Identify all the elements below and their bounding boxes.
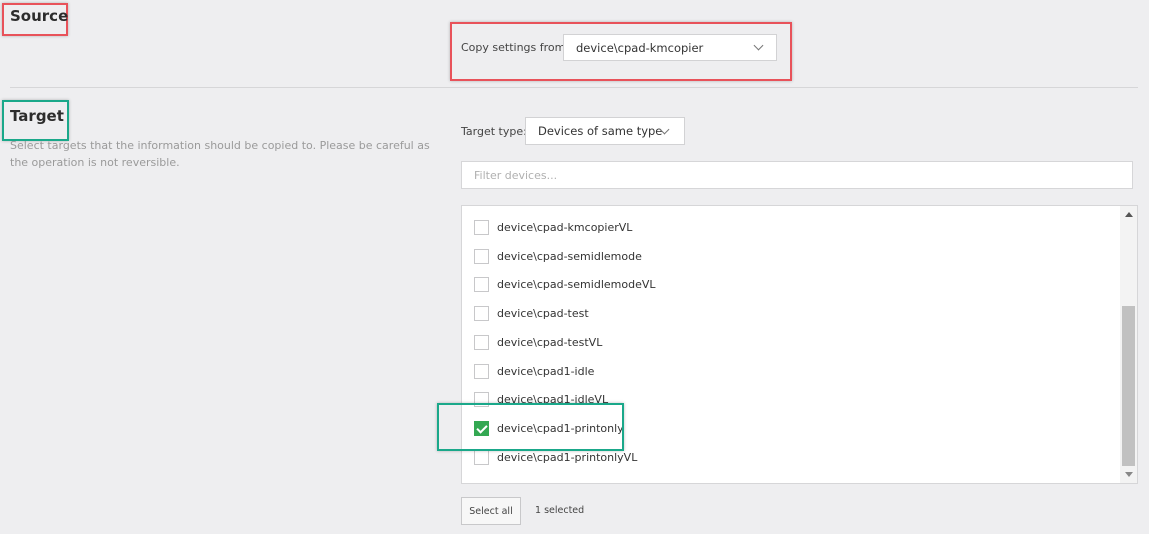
- device-checkbox[interactable]: [474, 334, 489, 350]
- scrollbar-thumb[interactable]: [1122, 306, 1135, 466]
- scroll-up-icon[interactable]: [1125, 212, 1133, 217]
- device-item[interactable]: device\cpad-test: [474, 304, 589, 322]
- target-description: Select targets that the information shou…: [10, 139, 430, 169]
- filter-devices-input[interactable]: [461, 161, 1133, 189]
- device-checkbox[interactable]: [474, 363, 489, 379]
- scroll-down-icon[interactable]: [1125, 472, 1133, 477]
- device-label: device\cpad-semidlemodeVL: [497, 277, 656, 291]
- printonly-highlight: [437, 403, 624, 451]
- device-checkbox[interactable]: [474, 276, 489, 292]
- source-title: Source: [10, 7, 69, 25]
- copy-settings-label: Copy settings from:: [461, 41, 570, 54]
- device-label: device\cpad-test: [497, 306, 589, 320]
- device-item[interactable]: device\cpad-semidlemode: [474, 247, 642, 265]
- device-item[interactable]: device\cpad-testVL: [474, 333, 602, 351]
- device-item[interactable]: device\cpad1-idle: [474, 362, 594, 380]
- device-label: device\cpad1-idle: [497, 364, 595, 378]
- target-title: Target: [10, 107, 64, 125]
- device-label: device\cpad-kmcopierVL: [497, 220, 633, 234]
- device-label: device\cpad-testVL: [497, 335, 603, 349]
- target-type-label: Target type:: [461, 125, 527, 138]
- device-item[interactable]: device\cpad-kmcopierVL: [474, 218, 632, 236]
- device-checkbox[interactable]: [474, 449, 489, 465]
- copy-settings-value: device\cpad-kmcopier: [576, 40, 704, 55]
- device-label: device\cpad-semidlemode: [497, 249, 642, 263]
- device-checkbox[interactable]: [474, 305, 489, 321]
- copy-settings-select[interactable]: device\cpad-kmcopier: [563, 34, 777, 61]
- selected-count: 1 selected: [535, 505, 585, 516]
- select-all-button[interactable]: Select all: [461, 497, 521, 525]
- device-label: device\cpad1-printonlyVL: [497, 450, 638, 464]
- device-checkbox[interactable]: [474, 219, 489, 235]
- section-divider: [10, 87, 1138, 88]
- target-type-value: Devices of same type: [538, 124, 663, 138]
- device-item[interactable]: device\cpad-semidlemodeVL: [474, 275, 656, 293]
- device-checkbox[interactable]: [474, 248, 489, 264]
